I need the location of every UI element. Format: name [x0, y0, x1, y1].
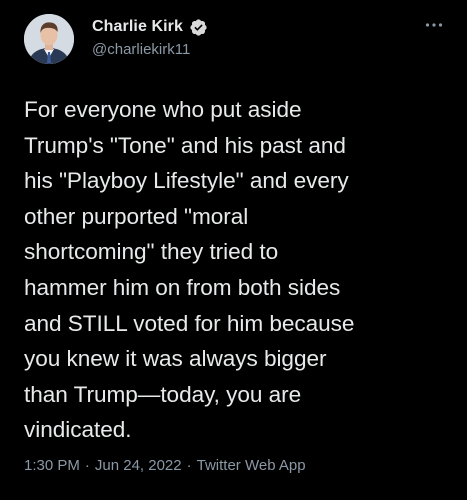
tweet-time[interactable]: 1:30 PM — [24, 457, 80, 474]
display-name[interactable]: Charlie Kirk — [92, 18, 183, 36]
tweet-date[interactable]: Jun 24, 2022 — [95, 457, 182, 474]
more-options-icon[interactable] — [423, 14, 445, 36]
tweet-source[interactable]: Twitter Web App — [197, 457, 306, 474]
author-block: Charlie Kirk @charliekirk11 — [92, 16, 208, 58]
user-handle[interactable]: @charliekirk11 — [92, 41, 208, 58]
tweet-card: Charlie Kirk @charliekirk11 For everyone… — [0, 0, 467, 500]
profile-photo-icon — [24, 14, 74, 64]
tweet-metadata: 1:30 PM · Jun 24, 2022 · Twitter Web App — [24, 457, 306, 474]
verified-badge-icon — [189, 18, 208, 37]
separator: · — [186, 457, 192, 474]
name-row: Charlie Kirk — [92, 16, 208, 38]
separator: · — [84, 457, 90, 474]
avatar[interactable] — [24, 14, 74, 64]
tweet-text: For everyone who put aside Trump's "Tone… — [24, 97, 355, 443]
